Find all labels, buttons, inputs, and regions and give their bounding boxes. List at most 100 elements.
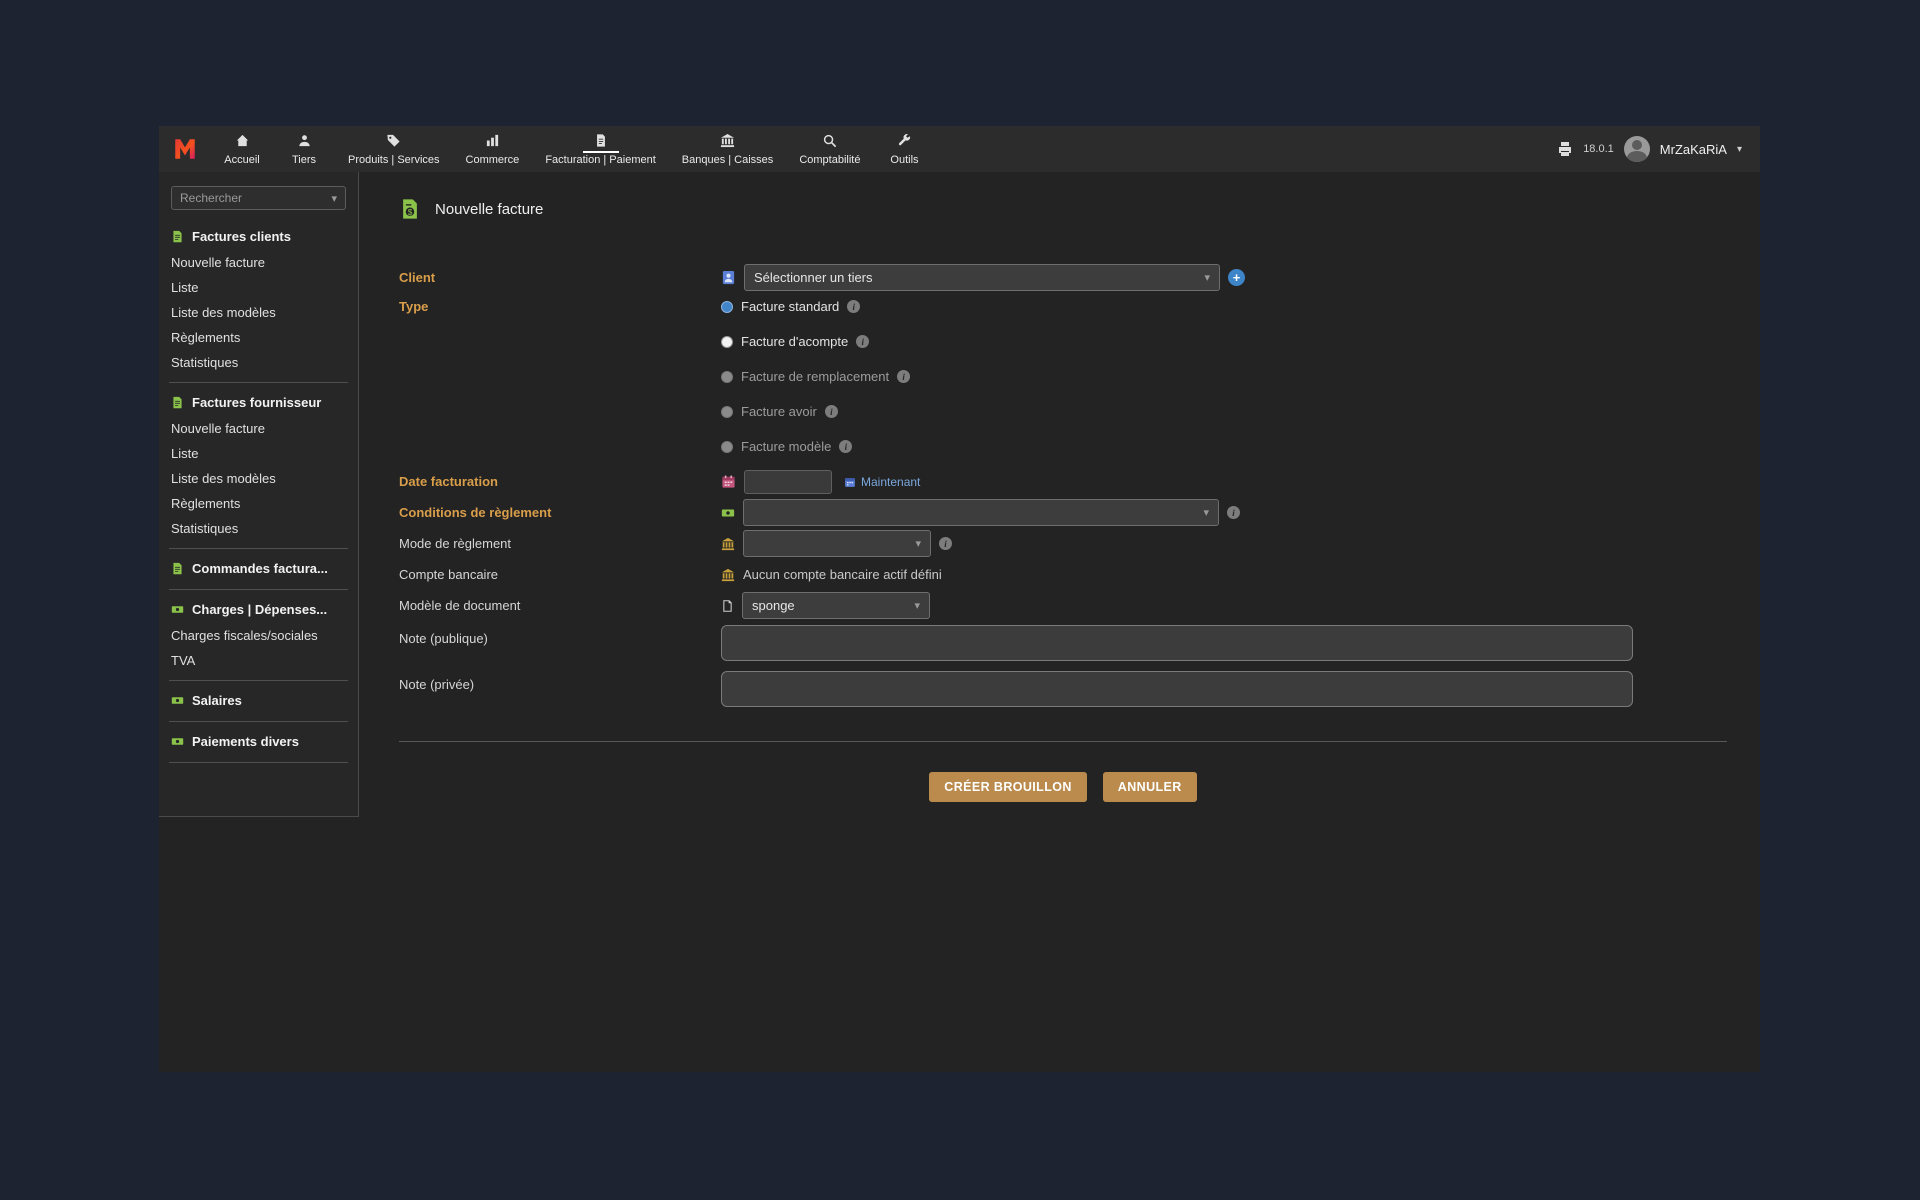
sidebar-section-charges-depenses[interactable]: Charges | Dépenses... <box>159 595 358 623</box>
bank-icon <box>720 133 735 149</box>
bank-account-label: Compte bancaire <box>399 567 721 582</box>
payment-terms-row: Conditions de règlement ▾ i <box>399 497 1727 528</box>
radio-disabled-icon <box>721 371 733 383</box>
home-icon <box>235 133 250 149</box>
form-divider <box>399 741 1727 742</box>
chevron-down-icon: ▾ <box>331 192 337 205</box>
nav-item-accueil[interactable]: Accueil <box>211 126 273 172</box>
info-icon[interactable]: i <box>839 440 852 453</box>
section-title: Charges | Dépenses... <box>192 602 327 617</box>
doc-model-select[interactable]: sponge ▾ <box>742 592 930 619</box>
sidebar-item-liste-des-modeles[interactable]: Liste des modèles <box>159 300 358 325</box>
sidebar-section-factures-fournisseur[interactable]: Factures fournisseur <box>159 388 358 416</box>
sidebar-item-statistiques-fournisseur[interactable]: Statistiques <box>159 516 358 541</box>
sidebar-item-liste-des-modeles-fournisseur[interactable]: Liste des modèles <box>159 466 358 491</box>
nav-item-banques-caisses[interactable]: Banques | Caisses <box>669 126 787 172</box>
document-icon <box>721 599 734 613</box>
radio-selected-icon[interactable] <box>721 301 733 313</box>
print-icon[interactable] <box>1557 141 1573 157</box>
third-party-badge-icon <box>721 270 736 285</box>
bank-icon <box>721 537 735 551</box>
sidebar-section-factures-clients[interactable]: Factures clients <box>159 222 358 250</box>
sidebar-section-paiements-divers[interactable]: Paiements divers <box>159 727 358 755</box>
payment-terms-label: Conditions de règlement <box>399 505 721 520</box>
info-icon[interactable]: i <box>825 405 838 418</box>
invoice-date-input[interactable] <box>744 470 832 494</box>
money-icon <box>721 506 735 520</box>
section-title: Factures clients <box>192 229 291 244</box>
nav-item-label: Comptabilité <box>799 154 860 166</box>
type-row: Type Facture standard i Facture d'acompt… <box>399 293 1727 460</box>
radio-facture-avoir: Facture avoir i <box>721 398 838 425</box>
bank-account-value: Aucun compte bancaire actif défini <box>743 567 942 582</box>
sidebar-item-liste-fournisseur[interactable]: Liste <box>159 441 358 466</box>
info-icon[interactable]: i <box>856 335 869 348</box>
sidebar-item-reglements[interactable]: Règlements <box>159 325 358 350</box>
navbar-right: 18.0.1 MrZaKaRiA ▾ <box>1557 126 1760 172</box>
info-icon[interactable]: i <box>1227 506 1240 519</box>
nav-item-produits-services[interactable]: Produits | Services <box>335 126 453 172</box>
app-logo[interactable] <box>159 126 211 172</box>
now-link-label: Maintenant <box>861 475 920 489</box>
sidebar-divider <box>169 762 348 763</box>
info-icon[interactable]: i <box>897 370 910 383</box>
chevron-down-icon[interactable]: ▾ <box>1737 144 1742 155</box>
page-title: Nouvelle facture <box>435 201 543 218</box>
type-label: Type <box>399 293 721 314</box>
sidebar-item-charges-fiscales-sociales[interactable]: Charges fiscales/sociales <box>159 623 358 648</box>
nav-item-comptabilite[interactable]: Comptabilité <box>786 126 873 172</box>
nav-item-outils[interactable]: Outils <box>873 126 935 172</box>
sidebar-item-statistiques[interactable]: Statistiques <box>159 350 358 375</box>
user-menu[interactable]: MrZaKaRiA <box>1660 142 1727 157</box>
sidebar-item-nouvelle-facture-fournisseur[interactable]: Nouvelle facture <box>159 416 358 441</box>
sidebar-divider <box>169 721 348 722</box>
tools-icon <box>897 133 912 149</box>
info-icon[interactable]: i <box>847 300 860 313</box>
section-title: Factures fournisseur <box>192 395 321 410</box>
sidebar-item-liste[interactable]: Liste <box>159 275 358 300</box>
add-third-party-button[interactable]: + <box>1228 269 1245 286</box>
invoice-dollar-icon: $ <box>399 198 421 220</box>
logo-m-icon <box>170 136 200 162</box>
user-avatar[interactable] <box>1624 136 1650 162</box>
radio-label: Facture de remplacement <box>741 369 889 384</box>
sidebar-item-reglements-fournisseur[interactable]: Règlements <box>159 491 358 516</box>
sidebar-section-commandes-facturation[interactable]: Commandes factura... <box>159 554 358 582</box>
invoice-icon <box>171 396 184 409</box>
radio-unselected-icon[interactable] <box>721 336 733 348</box>
page-title-row: $ Nouvelle facture <box>399 198 1727 220</box>
private-note-textarea[interactable] <box>721 671 1633 707</box>
radio-facture-acompte[interactable]: Facture d'acompte i <box>721 328 869 355</box>
radio-label: Facture standard <box>741 299 839 314</box>
sidebar-divider <box>169 680 348 681</box>
set-date-now-link[interactable]: Maintenant <box>844 475 920 489</box>
search-placeholder: Rechercher <box>180 191 242 205</box>
radio-facture-standard[interactable]: Facture standard i <box>721 293 860 320</box>
client-select-value: Sélectionner un tiers <box>754 270 873 285</box>
payment-mode-select[interactable]: ▾ <box>743 530 931 557</box>
sidebar-item-tva[interactable]: TVA <box>159 648 358 673</box>
products-icon <box>386 133 401 149</box>
nav-item-facturation-paiement[interactable]: Facturation | Paiement <box>532 126 668 172</box>
nav-item-tiers[interactable]: Tiers <box>273 126 335 172</box>
sidebar-section-salaires[interactable]: Salaires <box>159 686 358 714</box>
nav-item-label: Tiers <box>292 154 316 166</box>
nav-item-commerce[interactable]: Commerce <box>453 126 533 172</box>
public-note-row: Note (publique) <box>399 621 1727 667</box>
sidebar-item-nouvelle-facture[interactable]: Nouvelle facture <box>159 250 358 275</box>
payment-mode-row: Mode de règlement ▾ i <box>399 528 1727 559</box>
info-icon[interactable]: i <box>939 537 952 550</box>
cancel-button[interactable]: ANNULER <box>1103 772 1197 802</box>
section-title: Commandes factura... <box>192 561 328 576</box>
payment-terms-select[interactable]: ▾ <box>743 499 1219 526</box>
public-note-label: Note (publique) <box>399 621 721 646</box>
billing-icon <box>594 133 608 149</box>
client-select[interactable]: Sélectionner un tiers ▾ <box>744 264 1220 291</box>
public-note-textarea[interactable] <box>721 625 1633 661</box>
sidebar-search-select[interactable]: Rechercher ▾ <box>171 186 346 210</box>
app-body: Rechercher ▾ Factures clients Nouvelle f… <box>159 172 1760 1072</box>
left-sidebar: Rechercher ▾ Factures clients Nouvelle f… <box>159 172 359 817</box>
create-draft-button[interactable]: CRÉER BROUILLON <box>929 772 1087 802</box>
nav-item-label: Facturation | Paiement <box>545 154 655 166</box>
section-title: Salaires <box>192 693 242 708</box>
